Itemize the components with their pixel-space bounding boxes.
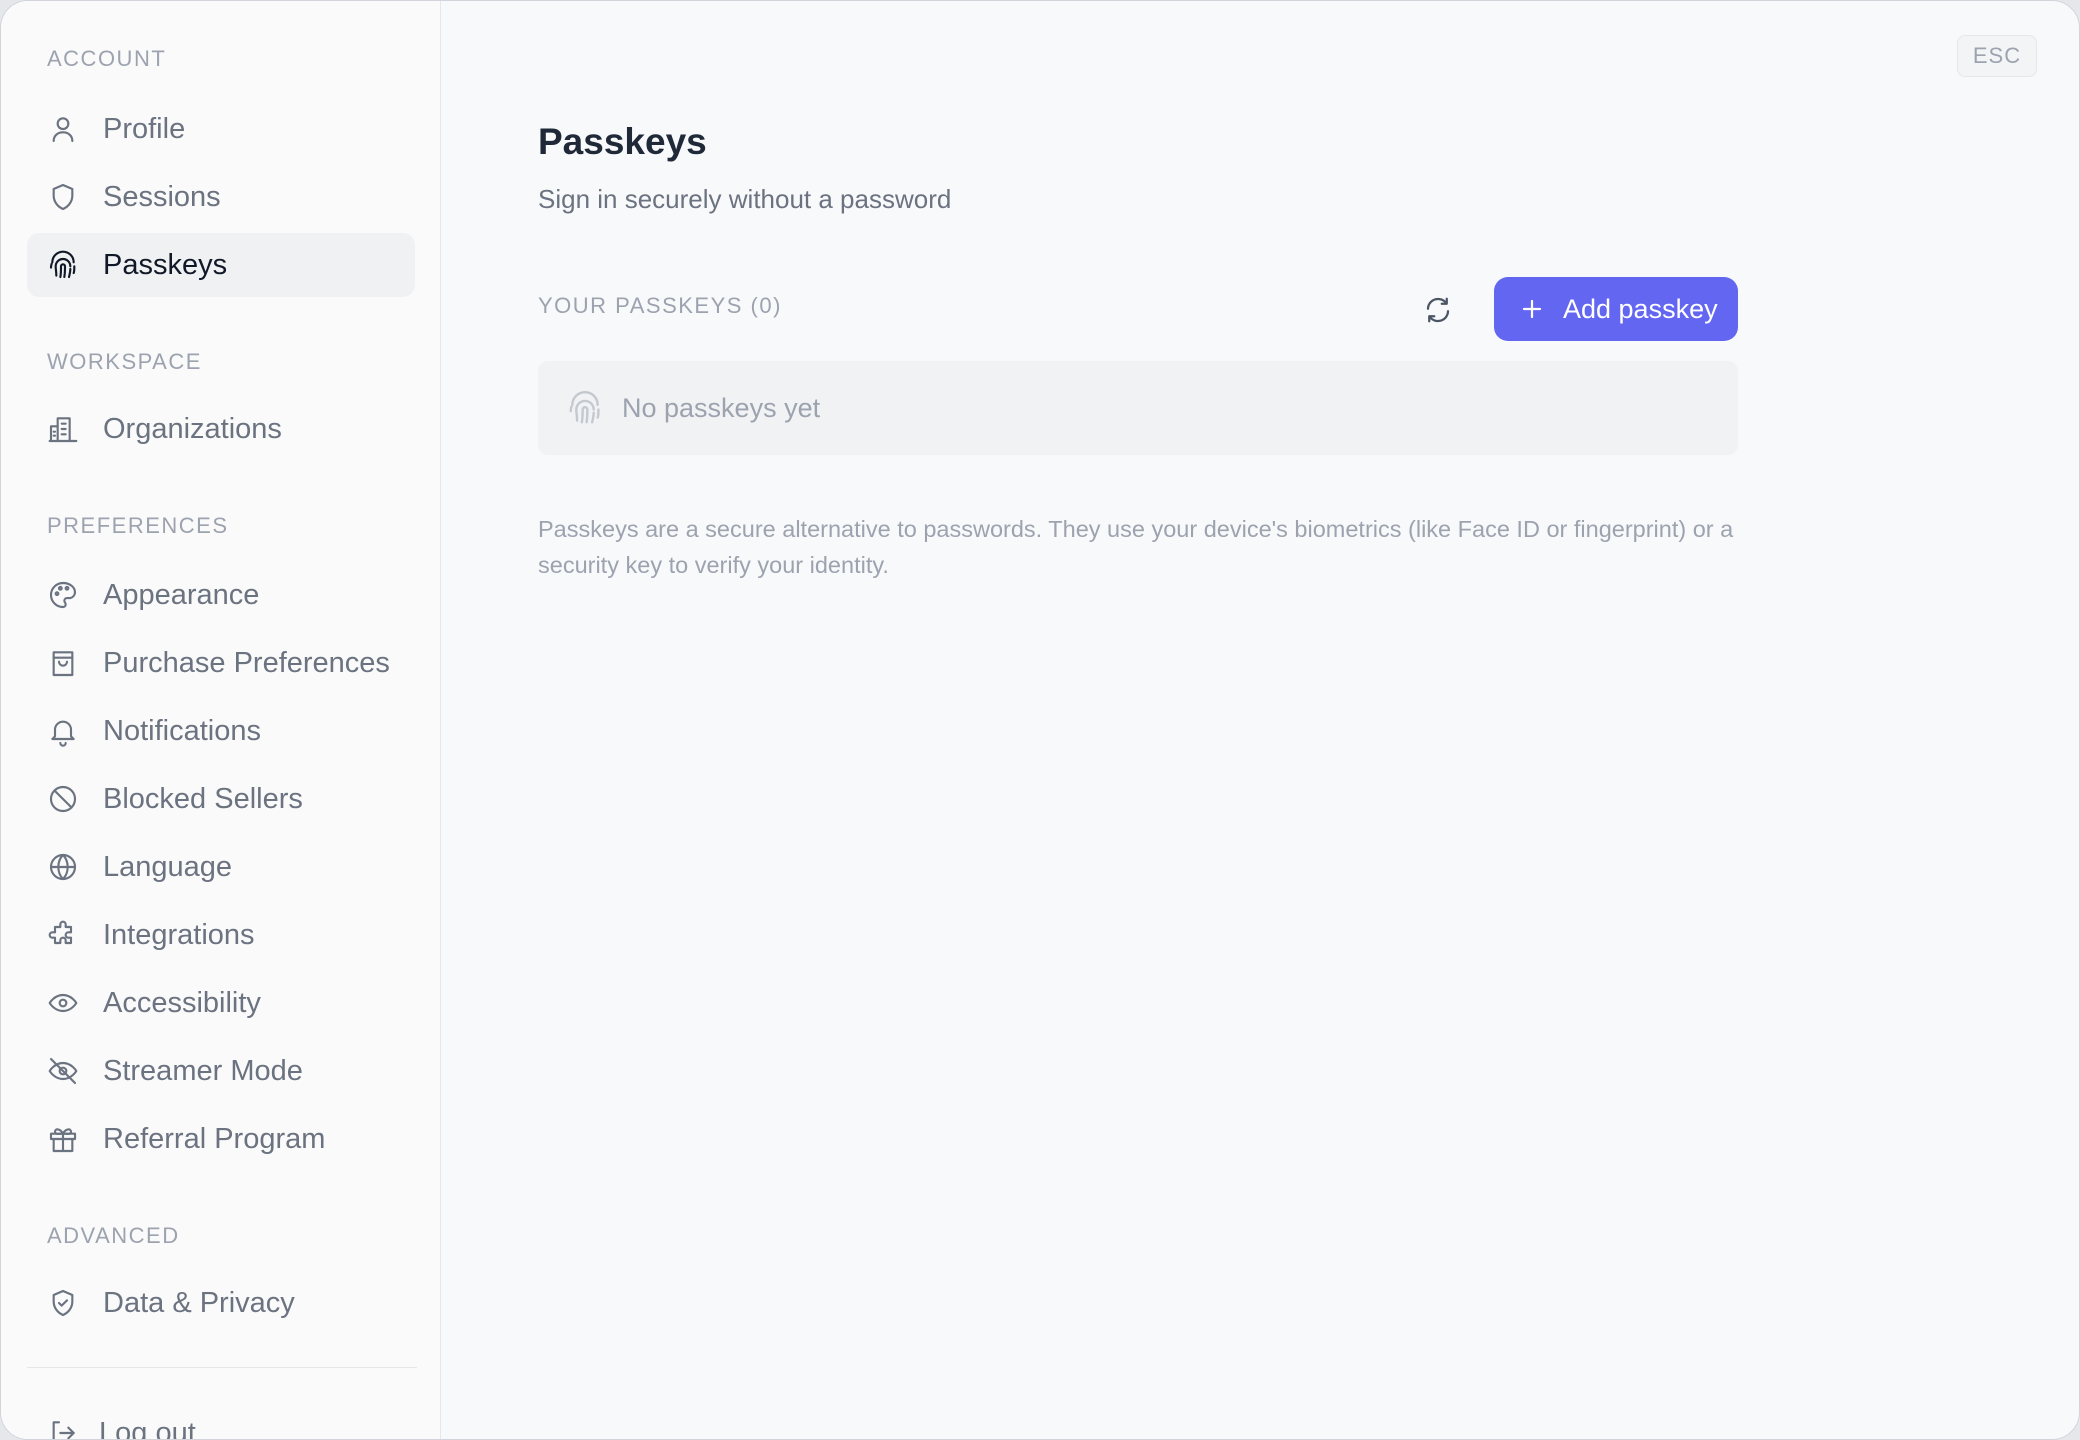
- page-subtitle: Sign in securely without a password: [538, 184, 952, 214]
- user-icon: [47, 113, 79, 145]
- sidebar-item-label: Integrations: [103, 918, 255, 951]
- sidebar-divider: [27, 1367, 417, 1368]
- empty-state-text: No passkeys yet: [622, 393, 821, 423]
- sidebar-item-label: Data & Privacy: [103, 1286, 295, 1319]
- sidebar-item-purchase-preferences[interactable]: Purchase Preferences: [27, 631, 415, 695]
- fingerprint-icon: [47, 249, 79, 281]
- sidebar-item-accessibility[interactable]: Accessibility: [27, 971, 415, 1035]
- passkeys-empty-state: No passkeys yet: [538, 361, 1738, 455]
- gift-icon: [47, 1123, 79, 1155]
- log-out-icon: [47, 1417, 79, 1439]
- section-label-preferences: PREFERENCES: [47, 513, 229, 538]
- refresh-button[interactable]: [1418, 290, 1458, 330]
- passkeys-description: Passkeys are a secure alternative to pas…: [538, 516, 1734, 578]
- add-passkey-button[interactable]: Add passkey: [1494, 277, 1738, 341]
- sidebar-item-label: Appearance: [103, 578, 260, 611]
- sidebar-item-language[interactable]: Language: [27, 835, 415, 899]
- sidebar-item-label: Purchase Preferences: [103, 646, 390, 679]
- ban-icon: [47, 783, 79, 815]
- sidebar-item-label: Referral Program: [103, 1122, 326, 1155]
- sidebar-item-label: Profile: [103, 112, 186, 145]
- section-label-account: ACCOUNT: [47, 46, 167, 71]
- shield-check-icon: [47, 1287, 79, 1319]
- puzzle-icon: [47, 919, 79, 951]
- sidebar-item-referral-program[interactable]: Referral Program: [27, 1107, 415, 1171]
- palette-icon: [47, 579, 79, 611]
- sidebar-item-data-privacy[interactable]: Data & Privacy: [27, 1271, 415, 1335]
- sidebar-item-label: Language: [103, 850, 233, 883]
- esc-button[interactable]: ESC: [1957, 35, 2037, 77]
- page-title: Passkeys: [538, 121, 707, 162]
- sidebar-item-label: Organizations: [103, 412, 282, 445]
- refresh-icon: [1423, 295, 1453, 325]
- sidebar-item-sessions[interactable]: Sessions: [27, 165, 415, 229]
- sidebar-item-label: Streamer Mode: [103, 1054, 303, 1087]
- sidebar-item-integrations[interactable]: Integrations: [27, 903, 415, 967]
- globe-icon: [47, 851, 79, 883]
- plus-icon: [1520, 297, 1544, 321]
- passkeys-list-label: YOUR PASSKEYS (0): [538, 293, 782, 318]
- eye-off-icon: [47, 1055, 79, 1087]
- sidebar-item-appearance[interactable]: Appearance: [27, 563, 415, 627]
- sidebar-item-blocked-sellers[interactable]: Blocked Sellers: [27, 767, 415, 831]
- section-label-workspace: WORKSPACE: [47, 349, 202, 374]
- sidebar-item-streamer-mode[interactable]: Streamer Mode: [27, 1039, 415, 1103]
- building-icon: [47, 413, 79, 445]
- sidebar-item-notifications[interactable]: Notifications: [27, 699, 415, 763]
- sidebar-item-label: Blocked Sellers: [103, 782, 303, 815]
- shopping-bag-icon: [47, 647, 79, 679]
- main-content: ESC Passkeys Sign in securely without a …: [441, 1, 2079, 1439]
- settings-window: ACCOUNT Profile Sessions Passkeys WORKSP…: [0, 0, 2080, 1440]
- sidebar-item-label: Notifications: [103, 714, 261, 747]
- logout-button[interactable]: Log out: [27, 1401, 415, 1440]
- sidebar-item-label: Passkeys: [103, 248, 228, 281]
- add-passkey-label: Add passkey: [1563, 293, 1718, 324]
- eye-icon: [47, 987, 79, 1019]
- sidebar-item-profile[interactable]: Profile: [27, 97, 415, 161]
- logout-label: Log out: [99, 1416, 196, 1440]
- sidebar-item-label: Accessibility: [103, 986, 261, 1019]
- section-label-advanced: ADVANCED: [47, 1223, 180, 1248]
- shield-icon: [47, 181, 79, 213]
- sidebar: ACCOUNT Profile Sessions Passkeys WORKSP…: [1, 1, 441, 1439]
- sidebar-item-organizations[interactable]: Organizations: [27, 397, 415, 461]
- sidebar-item-passkeys[interactable]: Passkeys: [27, 233, 415, 297]
- bell-icon: [47, 715, 79, 747]
- fingerprint-icon: [566, 389, 604, 427]
- sidebar-item-label: Sessions: [103, 180, 221, 213]
